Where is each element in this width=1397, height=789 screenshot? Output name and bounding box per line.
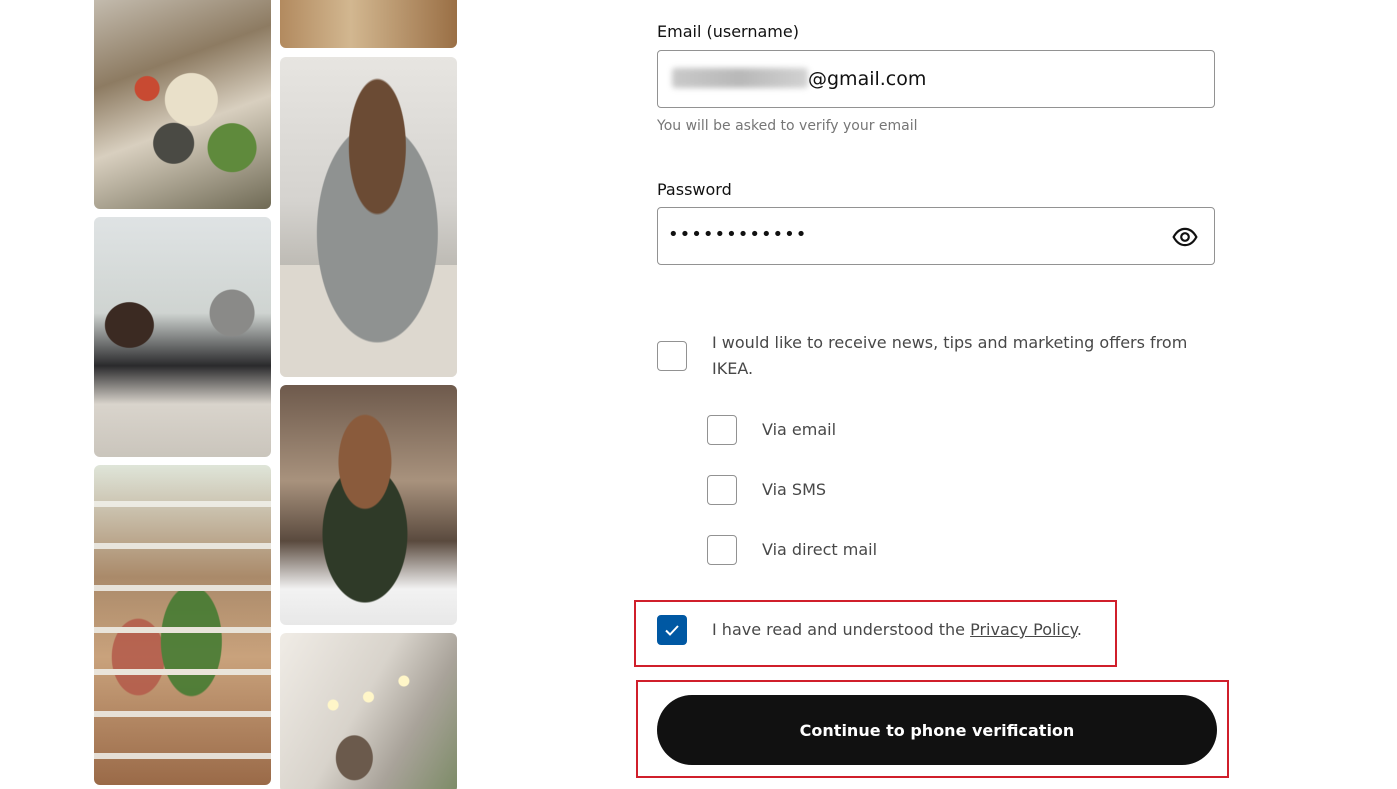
email-label: Email (username) [657, 22, 799, 41]
password-field[interactable]: •••••••••••• [657, 207, 1215, 265]
eye-icon[interactable] [1172, 224, 1198, 250]
email-value: @gmail.com [808, 68, 927, 90]
signup-page: Email (username) @gmail.com You will be … [0, 0, 1397, 789]
marketing-checkbox[interactable] [657, 341, 687, 371]
photo-collage [0, 0, 470, 789]
wood-samples-photo [280, 0, 457, 48]
password-label: Password [657, 180, 732, 199]
via-email-checkbox[interactable] [707, 415, 737, 445]
via-sms-label: Via SMS [762, 480, 827, 499]
checkmark-icon [665, 625, 679, 636]
privacy-policy-link[interactable]: Privacy Policy [970, 620, 1077, 639]
privacy-checkbox[interactable] [657, 615, 687, 645]
marketing-label: I would like to receive news, tips and m… [712, 333, 1188, 378]
password-value: •••••••••••• [668, 224, 808, 245]
via-direct-mail-label: Via direct mail [762, 540, 878, 559]
man-with-phone-photo [280, 57, 457, 377]
privacy-prefix: I have read and understood the [712, 620, 971, 639]
via-direct-mail-checkbox[interactable] [707, 535, 737, 565]
family-meal-photo [94, 0, 271, 209]
via-email-label: Via email [762, 420, 837, 439]
email-field[interactable]: @gmail.com [657, 50, 1215, 108]
email-redacted-part [672, 68, 808, 88]
privacy-suffix: . [1076, 620, 1082, 639]
string-lights-room-photo [280, 633, 457, 789]
plant-shop-photo [94, 465, 271, 785]
email-hint: You will be asked to verify your email [657, 118, 918, 134]
privacy-label: I have read and understood the Privacy P… [712, 617, 1082, 643]
via-sms-checkbox[interactable] [707, 475, 737, 505]
woman-laughing-photo [280, 385, 457, 625]
couple-on-sofa-photo [94, 217, 271, 457]
continue-button[interactable]: Continue to phone verification [657, 695, 1217, 765]
